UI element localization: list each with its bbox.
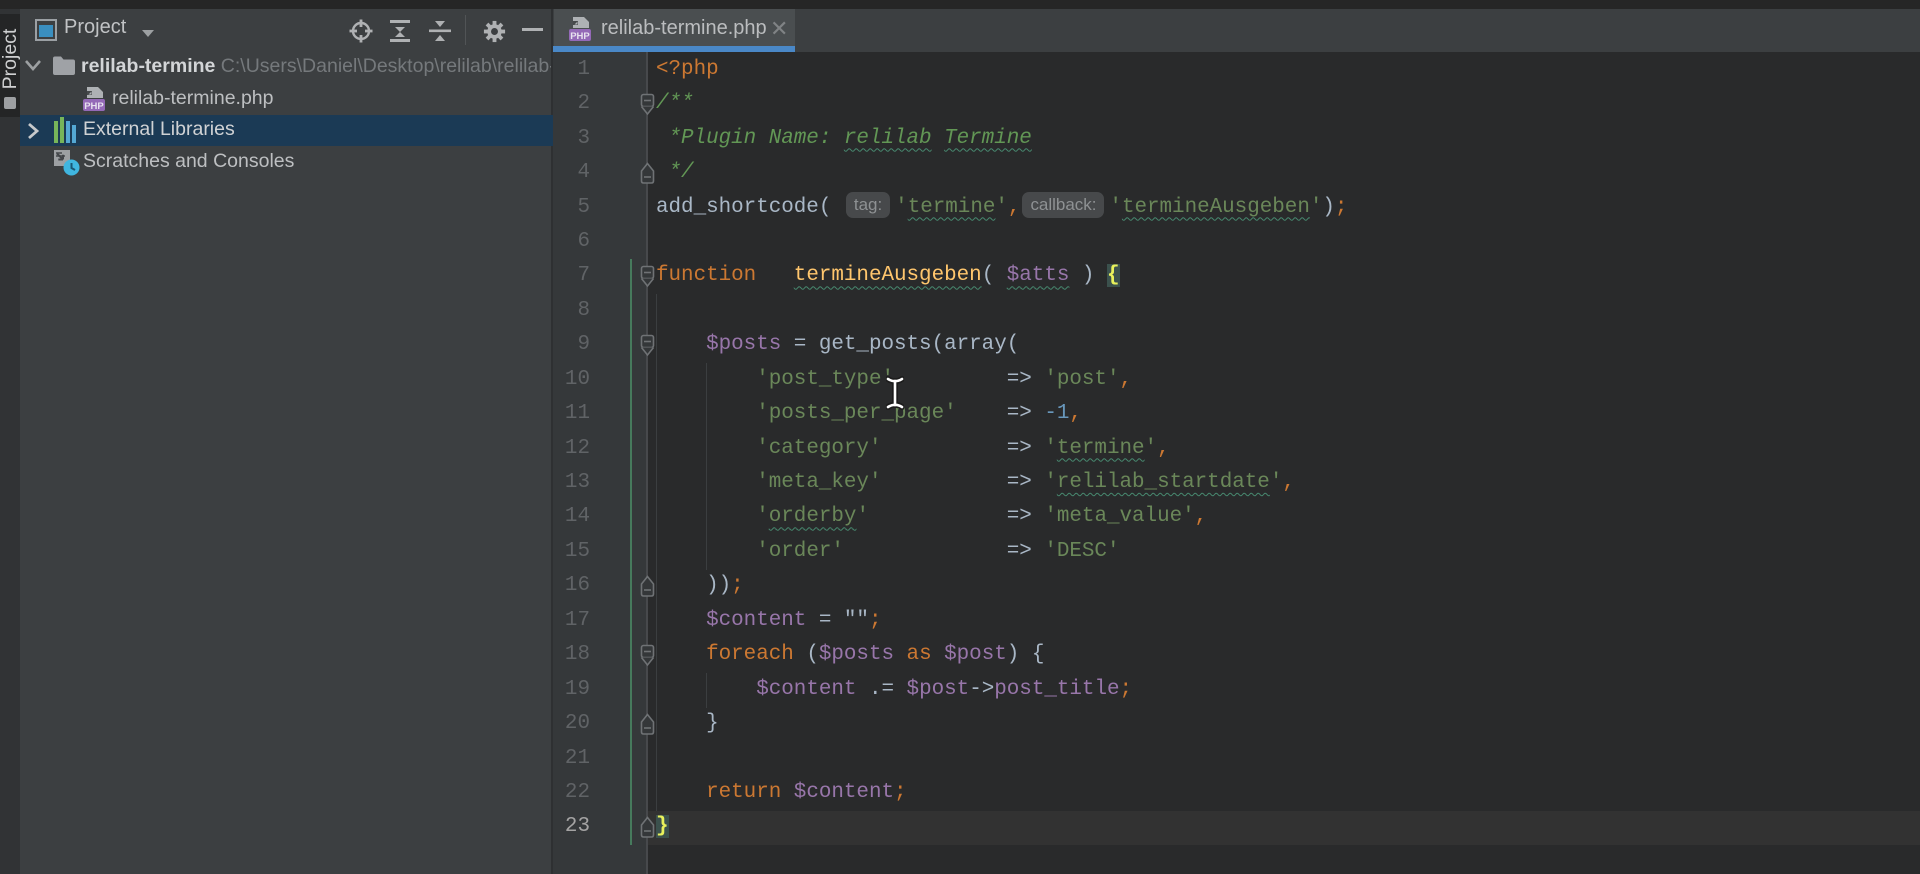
svg-text:PHP: PHP <box>570 31 590 42</box>
svg-text:PHP: PHP <box>84 101 104 112</box>
